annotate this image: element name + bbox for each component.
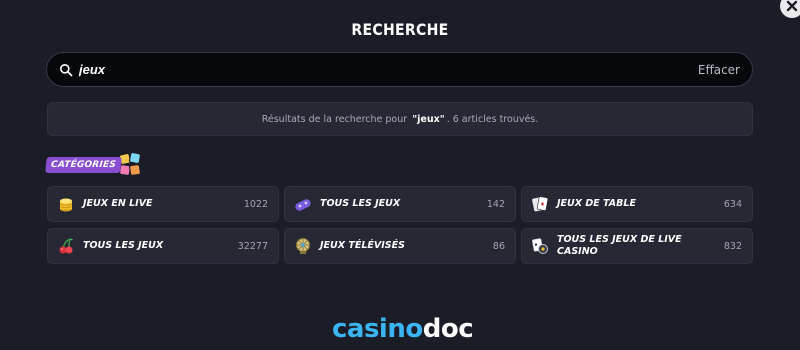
- live-cards-icon: [531, 237, 549, 255]
- casinodoc-logo: casino doc: [332, 314, 474, 350]
- close-icon: [786, 0, 798, 12]
- search-results-summary: Résultats de la recherche pour "jeux". 6…: [47, 102, 753, 136]
- logo-text-doc: doc: [422, 314, 474, 344]
- search-input[interactable]: [79, 62, 698, 77]
- category-card-jeux-televises[interactable]: JEUX TÉLÉVISÉS 86: [284, 228, 516, 264]
- dialog-title: RECHERCHE: [351, 20, 449, 39]
- results-suffix: . 6 articles trouvés.: [446, 113, 539, 125]
- category-label: JEUX TÉLÉVISÉS: [320, 240, 405, 251]
- category-count: 142: [486, 198, 505, 210]
- category-card-tous-les-jeux-slots[interactable]: TOUS LES JEUX 32277: [47, 228, 279, 264]
- categories-label: CATÉGORIES: [45, 157, 122, 173]
- logo-text-casino: casino: [332, 314, 423, 344]
- category-card-jeux-en-live[interactable]: JEUX EN LIVE 1022: [47, 186, 279, 222]
- tv-wheel-icon: [294, 237, 312, 255]
- cherries-icon: [57, 237, 75, 255]
- coin-stack-icon: [57, 195, 75, 213]
- close-button[interactable]: [780, 0, 800, 18]
- category-card-tous-les-jeux-de-live-casino[interactable]: TOUS LES JEUX DE LIVE CASINO 832: [521, 228, 753, 264]
- category-label: JEUX DE TABLE: [557, 198, 636, 209]
- category-count: 832: [723, 240, 742, 252]
- category-label: TOUS LES JEUX: [83, 240, 164, 251]
- category-label: TOUS LES JEUX DE LIVE CASINO: [557, 234, 682, 257]
- categories-header: CATÉGORIES: [45, 152, 143, 178]
- category-label: TOUS LES JEUX: [320, 198, 401, 209]
- gamepad-icon: [294, 195, 312, 213]
- results-query: "jeux": [412, 113, 445, 125]
- category-grid: JEUX EN LIVE 1022 TOUS LES JEUX 142 JEUX…: [47, 186, 753, 264]
- category-label: JEUX EN LIVE: [83, 198, 153, 209]
- results-prefix: Résultats de la recherche pour: [261, 113, 408, 125]
- playing-cards-icon: [531, 195, 549, 213]
- category-count: 634: [723, 198, 742, 210]
- category-count: 86: [492, 240, 505, 252]
- search-bar: Effacer: [46, 52, 753, 87]
- category-card-jeux-de-table[interactable]: JEUX DE TABLE 634: [521, 186, 753, 222]
- category-card-tous-les-jeux[interactable]: TOUS LES JEUX 142: [284, 186, 516, 222]
- search-icon: [59, 63, 73, 77]
- clear-button[interactable]: Effacer: [698, 63, 740, 77]
- category-count: 1022: [243, 198, 268, 210]
- category-count: 32277: [237, 240, 268, 252]
